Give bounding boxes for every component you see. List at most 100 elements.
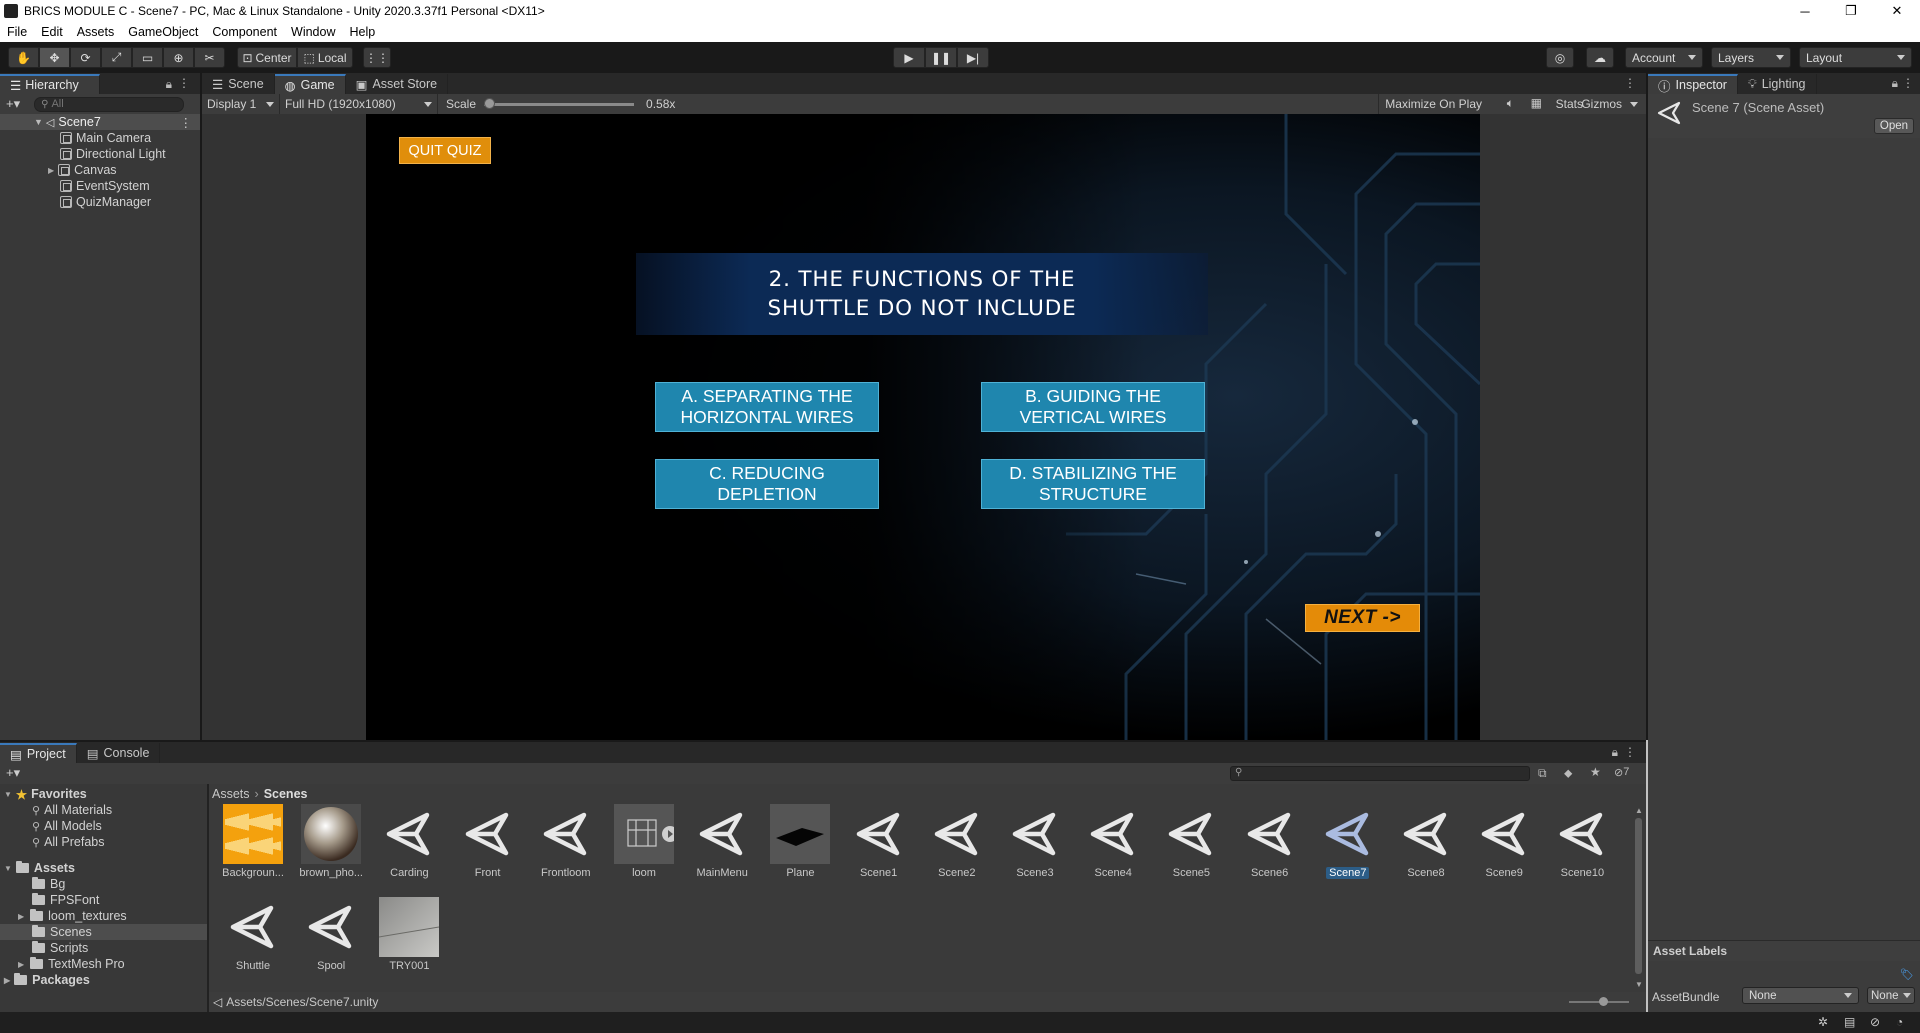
pivot-center-toggle[interactable]: ⊡ Center	[237, 47, 297, 68]
more-options-icon[interactable]: ⋮	[178, 76, 190, 90]
maximize-button[interactable]: ❐	[1828, 0, 1874, 22]
favorite-item[interactable]: ⚲ All Models	[32, 818, 102, 834]
account-dropdown[interactable]: Account	[1625, 47, 1703, 68]
menu-component[interactable]: Component	[205, 25, 284, 39]
more-options-icon[interactable]: ⋮	[1624, 76, 1636, 90]
custom-tool-icon[interactable]: ✂	[194, 47, 225, 68]
progress-check-icon[interactable]: ◔	[1896, 1015, 1903, 1029]
stats-grid-icon[interactable]: ▦	[1531, 96, 1542, 110]
expand-arrow-icon[interactable]: ▼	[4, 790, 12, 799]
folder-item[interactable]: Bg	[32, 876, 65, 892]
layers-dropdown[interactable]: Layers	[1711, 47, 1791, 68]
lock-icon[interactable]: 🔒︎	[1612, 745, 1618, 760]
expand-arrow-icon[interactable]: ▶	[18, 960, 24, 969]
hierarchy-item[interactable]: EventSystem	[60, 178, 150, 194]
tab-scene[interactable]: ☰ Scene	[202, 74, 275, 94]
grid-snap-icon[interactable]: ⋮⋮	[363, 47, 391, 68]
hierarchy-item[interactable]: Main Camera	[60, 130, 151, 146]
asset-tile[interactable]: Scene4	[1081, 804, 1145, 884]
folder-item[interactable]: FPSFont	[32, 892, 99, 908]
favorite-star-icon[interactable]: ★	[1590, 765, 1601, 779]
scroll-up-icon[interactable]: ▲	[1635, 806, 1643, 815]
asset-tile[interactable]: Backgroun...	[221, 804, 285, 884]
asset-tile[interactable]: Scene3	[1003, 804, 1067, 884]
answer-b-button[interactable]: B. GUIDING THE VERTICAL WIRES	[981, 382, 1205, 432]
pause-button[interactable]: ❚❚	[925, 47, 957, 68]
hidden-packages-toggle[interactable]: ⊘ 7	[1614, 766, 1629, 779]
scale-slider[interactable]	[484, 97, 635, 109]
menu-window[interactable]: Window	[284, 25, 342, 39]
answer-c-button[interactable]: C. REDUCING DEPLETION	[655, 459, 879, 509]
scrollbar-thumb[interactable]	[1635, 818, 1642, 974]
answer-d-button[interactable]: D. STABILIZING THE STRUCTURE	[981, 459, 1205, 509]
icon-size-slider[interactable]	[1569, 997, 1629, 1006]
expand-arrow-icon[interactable]: ▶	[18, 912, 24, 921]
breadcrumb-assets[interactable]: Assets	[212, 787, 250, 801]
bug-icon[interactable]: ✲	[1818, 1015, 1828, 1029]
maximize-on-play-toggle[interactable]: Maximize On Play	[1378, 94, 1488, 114]
tab-game[interactable]: ◍ Game	[274, 74, 346, 94]
favorite-item[interactable]: ⚲ All Prefabs	[32, 834, 105, 850]
hierarchy-item[interactable]: Directional Light	[60, 146, 166, 162]
asset-tile[interactable]: MainMenu	[690, 804, 754, 884]
expand-arrow-icon[interactable]: ▶	[48, 166, 54, 175]
tab-console[interactable]: ▤ Console	[76, 743, 161, 763]
asset-tile[interactable]: Frontloom	[534, 804, 598, 884]
cloud-icon[interactable]: ☁	[1586, 47, 1614, 68]
asset-tile[interactable]: Shuttle	[221, 897, 285, 977]
folder-item-selected[interactable]: Scenes	[0, 924, 207, 940]
folder-item[interactable]: ▶ TextMesh Pro	[18, 956, 125, 972]
label-tag-icon[interactable]: 🏷︎	[1900, 968, 1914, 981]
hierarchy-search-input[interactable]	[51, 98, 172, 110]
hierarchy-search[interactable]: ⚲	[34, 96, 185, 112]
search-by-type-icon[interactable]: ⧉	[1538, 766, 1547, 781]
scale-tool-icon[interactable]: ⤢	[101, 47, 132, 68]
breadcrumb-scenes[interactable]: Scenes	[264, 787, 308, 801]
transform-tool-icon[interactable]: ⊕	[163, 47, 194, 68]
asset-tile[interactable]: Scene8	[1394, 804, 1458, 884]
menu-assets[interactable]: Assets	[70, 25, 122, 39]
minimize-button[interactable]: ─	[1782, 0, 1828, 22]
more-options-icon[interactable]: ⋮	[1624, 745, 1636, 759]
rect-tool-icon[interactable]: ▭	[132, 47, 163, 68]
favorites-row[interactable]: ▼ ★ Favorites	[4, 786, 87, 802]
assets-root-row[interactable]: ▼ Assets	[4, 860, 75, 876]
menu-file[interactable]: File	[0, 25, 34, 39]
scroll-down-icon[interactable]: ▼	[1635, 980, 1643, 989]
mute-audio-icon[interactable]: 🔈︎	[1507, 96, 1514, 111]
asset-tile[interactable]: Front	[456, 804, 520, 884]
menu-help[interactable]: Help	[342, 25, 382, 39]
asset-tile[interactable]: Scene2	[925, 804, 989, 884]
asset-tile[interactable]: Scene5	[1159, 804, 1223, 884]
asset-tile[interactable]: Spool	[299, 897, 363, 977]
expand-arrow-icon[interactable]: ▼	[34, 117, 43, 127]
tab-lighting[interactable]: 💡︎ Lighting	[1737, 74, 1817, 94]
more-options-icon[interactable]: ⋮	[1902, 76, 1914, 90]
asset-bundle-dropdown[interactable]: None	[1742, 987, 1859, 1004]
display-dropdown[interactable]: Display 1	[202, 94, 280, 114]
scale-slider-handle[interactable]	[484, 97, 496, 109]
expand-arrow-icon[interactable]: ▼	[4, 864, 12, 873]
expand-arrow-icon[interactable]: ▶	[4, 976, 10, 985]
answer-a-button[interactable]: A. SEPARATING THE HORIZONTAL WIRES	[655, 382, 879, 432]
asset-scrollbar[interactable]: ▲ ▼	[1634, 806, 1643, 990]
next-button[interactable]: NEXT ->	[1305, 604, 1420, 632]
project-search[interactable]: ⚲	[1230, 766, 1530, 781]
asset-bundle-variant-dropdown[interactable]: None	[1867, 987, 1915, 1004]
search-by-label-icon[interactable]: ⬥	[1564, 766, 1572, 781]
tab-hierarchy[interactable]: ☰ Hierarchy	[0, 74, 100, 94]
collab-icon[interactable]: ◎	[1546, 47, 1574, 68]
asset-tile[interactable]: TRY001	[377, 897, 441, 977]
cache-icon[interactable]: ▤	[1844, 1015, 1855, 1029]
tab-asset-store[interactable]: ▣ Asset Store	[345, 74, 449, 94]
scene-menu-icon[interactable]: ⋮	[180, 115, 193, 130]
move-tool-icon[interactable]: ✥	[39, 47, 70, 68]
asset-tile[interactable]: brown_pho...	[299, 804, 363, 884]
asset-tile[interactable]: Scene10	[1550, 804, 1614, 884]
open-button[interactable]: Open	[1874, 118, 1914, 134]
favorite-item[interactable]: ⚲ All Materials	[32, 802, 112, 818]
folder-item[interactable]: Scripts	[32, 940, 88, 956]
tab-inspector[interactable]: ⓘ Inspector	[1648, 74, 1738, 94]
asset-tile[interactable]: Scene1	[847, 804, 911, 884]
resolution-dropdown[interactable]: Full HD (1920x1080)	[280, 94, 438, 114]
